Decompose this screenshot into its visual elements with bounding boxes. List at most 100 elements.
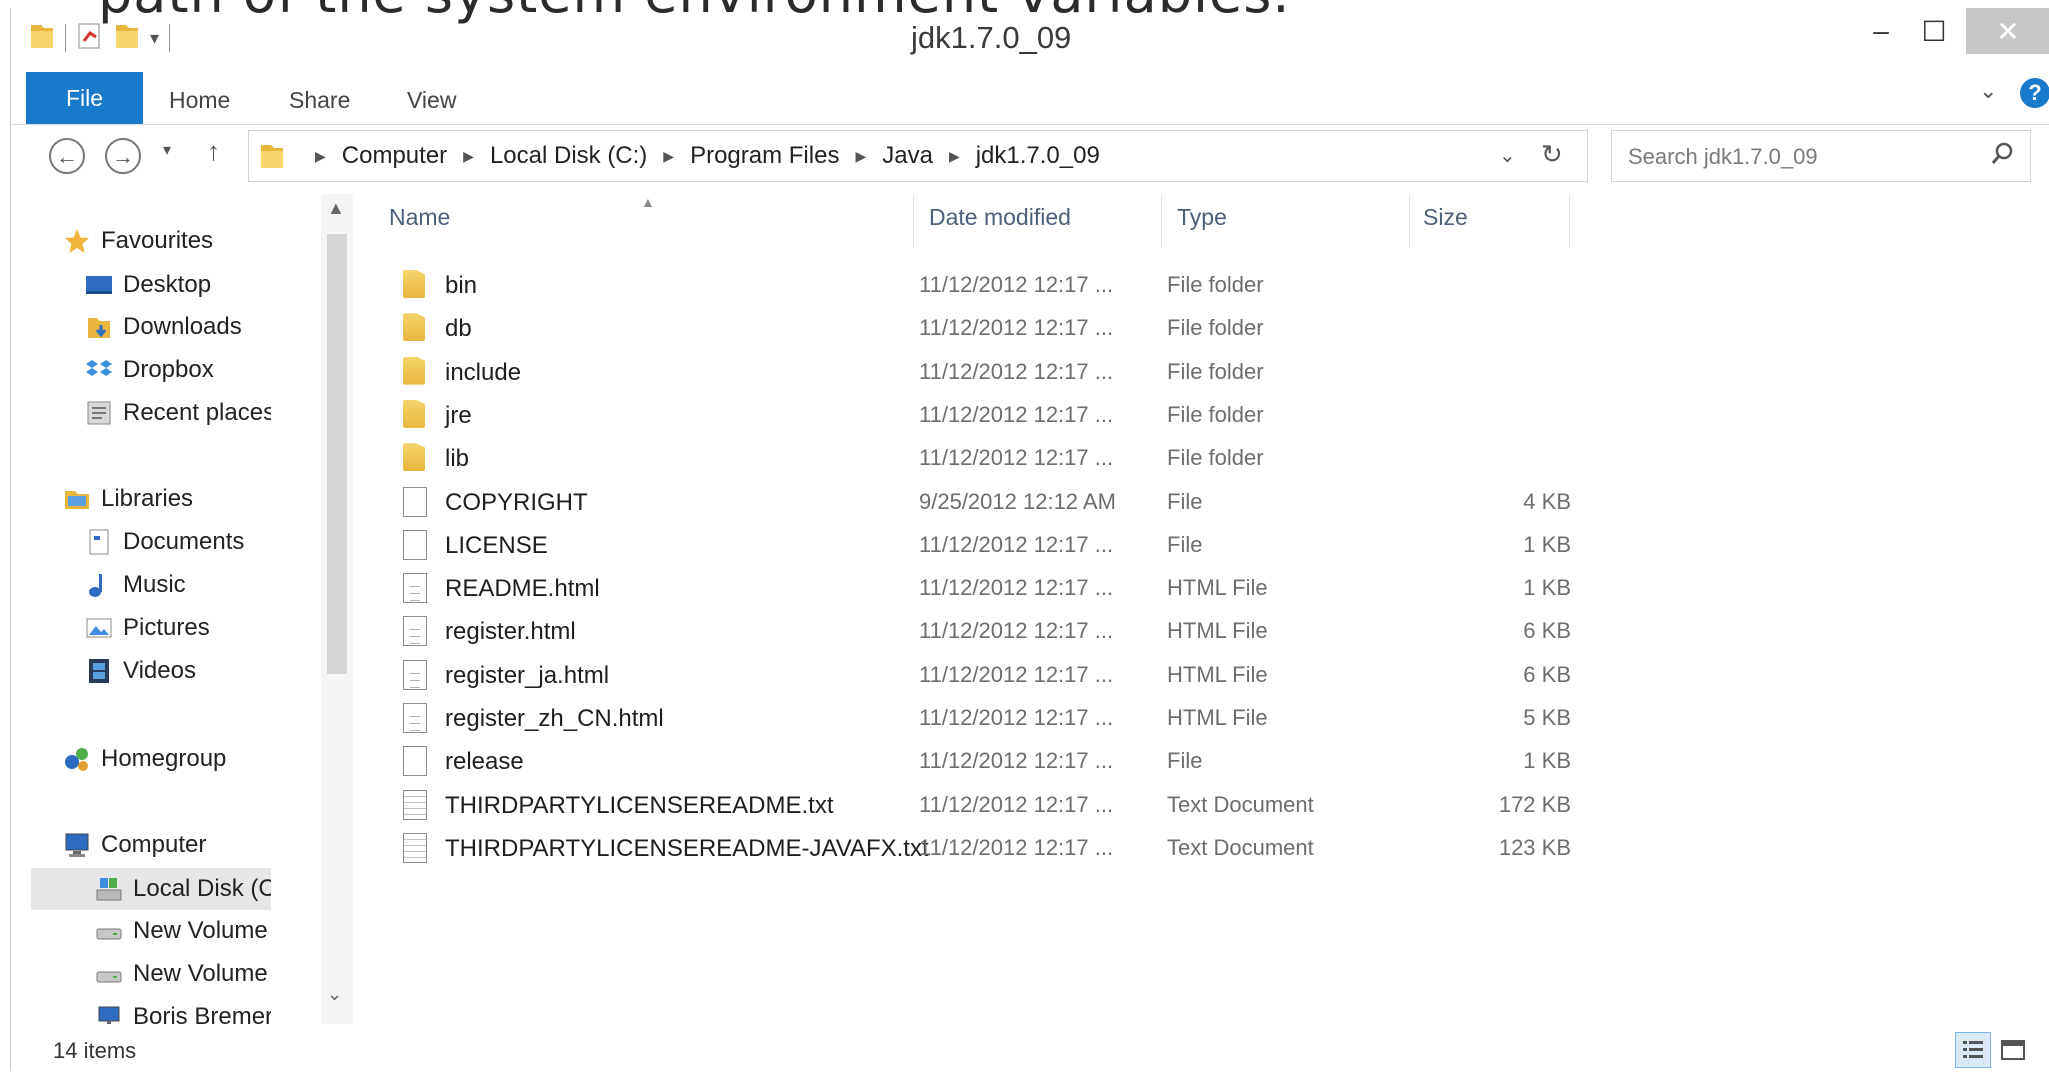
- minimize-button[interactable]: –: [1859, 8, 1903, 54]
- file-row[interactable]: THIRDPARTYLICENSEREADME.txt 11/12/2012 12…: [381, 784, 1591, 826]
- drive-icon: [95, 960, 123, 988]
- column-header-type[interactable]: Type: [1177, 204, 1227, 248]
- folder-icon[interactable]: [29, 21, 55, 56]
- column-header-size[interactable]: Size: [1423, 204, 1468, 248]
- breadcrumb-computer[interactable]: Computer: [342, 142, 447, 170]
- refresh-icon[interactable]: ↻: [1541, 139, 1563, 170]
- file-row[interactable]: lib 11/12/2012 12:17 ... File folder: [381, 437, 1591, 479]
- tab-share[interactable]: Share: [289, 78, 350, 122]
- file-row[interactable]: LICENSE 11/12/2012 12:17 ... File 1 KB: [381, 524, 1591, 566]
- breadcrumb-separator-icon[interactable]: ▶: [315, 148, 326, 165]
- breadcrumb-separator-icon[interactable]: ▶: [949, 148, 960, 165]
- folder-icon: [403, 356, 425, 385]
- maximize-button[interactable]: ☐: [1911, 8, 1957, 54]
- back-button[interactable]: ←: [49, 138, 85, 174]
- nav-label: New Volume (E:): [133, 917, 271, 944]
- nav-computer[interactable]: Computer: [63, 826, 206, 864]
- address-dropdown-icon[interactable]: ⌄: [1499, 143, 1516, 168]
- file-icon: [403, 746, 427, 777]
- column-divider[interactable]: [1569, 194, 1570, 248]
- breadcrumb-separator-icon[interactable]: ▶: [663, 148, 674, 165]
- file-row[interactable]: jre 11/12/2012 12:17 ... File folder: [381, 394, 1591, 436]
- column-header-date-modified[interactable]: Date modified: [929, 204, 1071, 248]
- breadcrumb-program-files[interactable]: Program Files: [690, 142, 839, 170]
- file-row[interactable]: register_ja.html 11/12/2012 12:17 ... HTML…: [381, 654, 1591, 696]
- tab-file[interactable]: File: [26, 72, 143, 124]
- nav-music[interactable]: Music: [85, 566, 186, 604]
- file-name: register_ja.html: [445, 661, 610, 689]
- sort-ascending-icon: ▲: [641, 194, 655, 210]
- file-date-modified: 11/12/2012 12:17 ...: [919, 401, 1114, 427]
- customize-toolbar-icon[interactable]: ▾: [150, 28, 159, 49]
- file-row[interactable]: release 11/12/2012 12:17 ... File 1 KB: [381, 740, 1591, 782]
- scrollbar-thumb[interactable]: [327, 234, 347, 674]
- breadcrumb-separator-icon[interactable]: ▶: [463, 148, 474, 165]
- nav-local-disk-c[interactable]: Local Disk (C:): [31, 868, 271, 910]
- file-row[interactable]: bin 11/12/2012 12:17 ... File folder: [381, 264, 1591, 306]
- navigation-scrollbar[interactable]: ▲ ⌄: [321, 194, 353, 1024]
- nav-desktop[interactable]: Desktop: [85, 266, 211, 304]
- nav-new-volume-e[interactable]: New Volume (E:): [95, 912, 271, 950]
- column-divider[interactable]: [1161, 194, 1162, 248]
- help-icon[interactable]: ?: [2020, 78, 2049, 108]
- tab-home[interactable]: Home: [169, 78, 230, 122]
- scroll-down-icon[interactable]: ⌄: [327, 984, 342, 1005]
- file-row[interactable]: register_zh_CN.html 11/12/2012 12:17 ... H…: [381, 697, 1591, 739]
- expand-ribbon-icon[interactable]: ⌄: [1979, 78, 1997, 104]
- nav-label: Desktop: [123, 271, 212, 298]
- nav-homegroup[interactable]: Homegroup: [63, 740, 226, 778]
- nav-label: Music: [123, 571, 186, 598]
- file-row[interactable]: THIRDPARTYLICENSEREADME-JAVAFX.txt 11/12/…: [381, 827, 1591, 869]
- details-view-button[interactable]: [1955, 1032, 1991, 1068]
- file-date-modified: 11/12/2012 12:17 ...: [919, 531, 1114, 557]
- breadcrumb-jdk[interactable]: jdk1.7.0_09: [976, 142, 1100, 170]
- details-view-icon: [1963, 1041, 1983, 1058]
- breadcrumb-separator-icon[interactable]: ▶: [855, 148, 866, 165]
- tab-view[interactable]: View: [407, 78, 456, 122]
- breadcrumb-local-disk[interactable]: Local Disk (C:): [490, 142, 647, 170]
- column-divider[interactable]: [913, 194, 914, 248]
- nav-downloads[interactable]: Downloads: [85, 308, 242, 346]
- up-arrow-icon[interactable]: ↑: [207, 136, 220, 167]
- large-icons-view-button[interactable]: [1995, 1032, 2031, 1068]
- drive-icon: [95, 917, 123, 945]
- recent-locations-chevron-icon[interactable]: ▾: [163, 140, 171, 160]
- address-bar[interactable]: ▶ Computer ▶ Local Disk (C:) ▶ Program F…: [248, 130, 1588, 182]
- file-row[interactable]: include 11/12/2012 12:17 ... File folder: [381, 351, 1591, 393]
- file-row[interactable]: COPYRIGHT 9/25/2012 12:12 AM File 4 KB: [381, 481, 1591, 523]
- file-name: db: [445, 315, 472, 343]
- forward-button[interactable]: →: [105, 138, 141, 174]
- html-file-icon: [403, 616, 427, 647]
- new-folder-icon[interactable]: [114, 21, 140, 56]
- column-header-name[interactable]: Name: [389, 204, 450, 248]
- file-type: File folder: [1167, 401, 1264, 427]
- nav-recent-places[interactable]: Recent places: [85, 394, 271, 432]
- file-date-modified: 11/12/2012 12:17 ...: [919, 791, 1114, 817]
- file-type: HTML File: [1167, 661, 1268, 687]
- nav-libraries[interactable]: Libraries: [63, 480, 193, 518]
- nav-label: Videos: [123, 657, 196, 684]
- nav-pictures[interactable]: Pictures: [85, 609, 210, 647]
- file-date-modified: 11/12/2012 12:17 ...: [919, 618, 1114, 644]
- search-placeholder: Search jdk1.7.0_09: [1628, 144, 1818, 169]
- nav-dropbox[interactable]: Dropbox: [85, 351, 214, 389]
- search-icon[interactable]: [1990, 141, 2016, 172]
- file-row[interactable]: README.html 11/12/2012 12:17 ... HTML File…: [381, 567, 1591, 609]
- search-input[interactable]: Search jdk1.7.0_09: [1611, 130, 2031, 182]
- breadcrumb-java[interactable]: Java: [882, 142, 933, 170]
- nav-network-drive[interactable]: Boris Bremer (de…: [95, 998, 271, 1024]
- nav-new-volume-f[interactable]: New Volume (F:): [95, 955, 271, 993]
- file-size: 6 KB: [1523, 618, 1571, 644]
- folder-icon: [403, 270, 425, 298]
- nav-favourites[interactable]: Favourites: [63, 222, 213, 260]
- nav-videos[interactable]: Videos: [85, 652, 196, 690]
- recent-places-icon: [85, 399, 113, 427]
- file-row[interactable]: register.html 11/12/2012 12:17 ... HTML Fi…: [381, 610, 1591, 652]
- nav-label: Favourites: [101, 227, 214, 254]
- file-row[interactable]: db 11/12/2012 12:17 ... File folder: [381, 307, 1591, 349]
- nav-documents[interactable]: Documents: [85, 523, 244, 561]
- scroll-up-icon[interactable]: ▲: [327, 198, 345, 219]
- close-button[interactable]: ✕: [1966, 8, 2049, 54]
- column-divider[interactable]: [1409, 194, 1410, 248]
- properties-icon[interactable]: [76, 21, 104, 56]
